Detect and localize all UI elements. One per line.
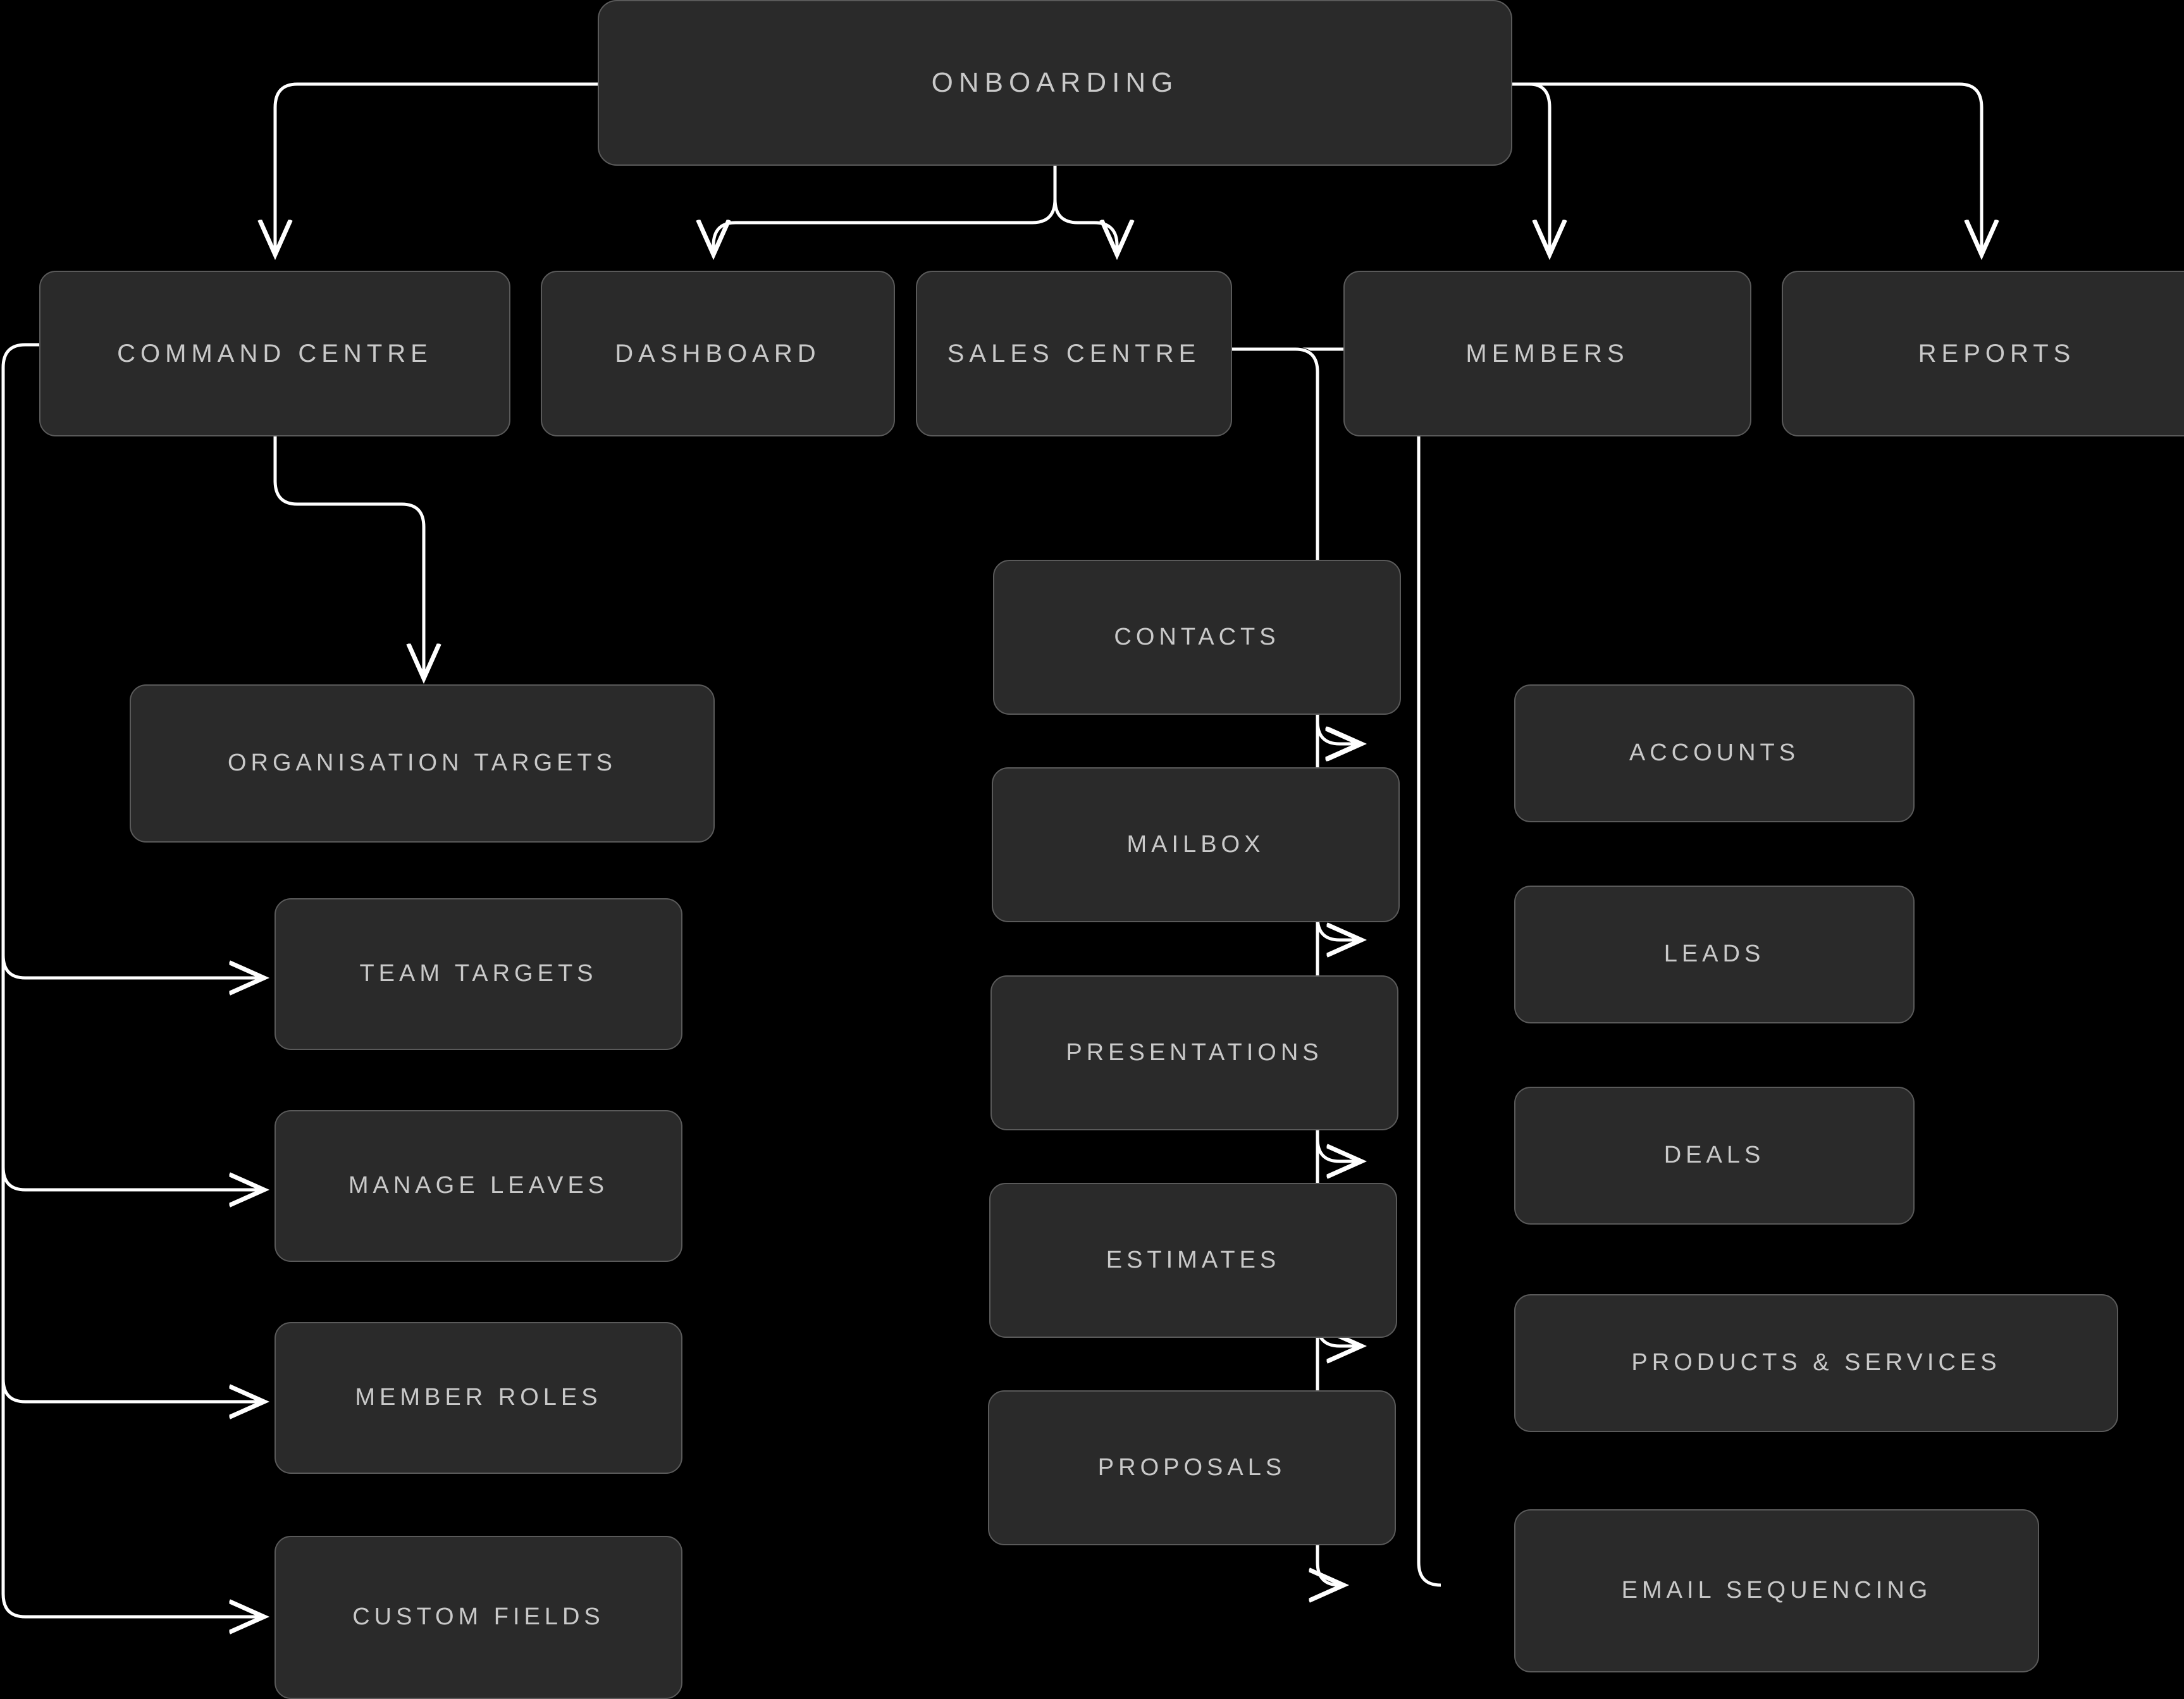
node-contacts[interactable]: CONTACTS	[993, 560, 1401, 715]
node-email-sequencing[interactable]: EMAIL SEQUENCING	[1514, 1509, 2039, 1672]
edge-onboarding-sales-centre	[1053, 166, 1117, 253]
edge-onboarding-reports	[1512, 82, 1982, 253]
edge-onboarding-command-centre	[275, 82, 598, 253]
node-products-services[interactable]: PRODUCTS & SERVICES	[1514, 1294, 2118, 1432]
node-estimates[interactable]: ESTIMATES	[989, 1183, 1397, 1338]
edge-onboarding-dashboard	[713, 166, 1057, 253]
node-reports[interactable]: REPORTS	[1782, 271, 2184, 436]
sales-branches	[1322, 721, 1441, 744]
edge-sales-centre-accounts	[1316, 720, 1360, 744]
edge-command-centre-organisation-targets	[273, 436, 424, 677]
edge-command-centre-manage-leaves	[1, 1166, 262, 1190]
node-sales-centre[interactable]: SALES CENTRE	[916, 271, 1232, 436]
edge-sales-centre-deals	[1316, 1138, 1360, 1161]
node-accounts[interactable]: ACCOUNTS	[1514, 684, 1915, 822]
node-dashboard[interactable]: DASHBOARD	[541, 271, 895, 436]
node-leads[interactable]: LEADS	[1514, 886, 1915, 1023]
node-onboarding[interactable]: ONBOARDING	[598, 0, 1512, 166]
node-organisation-targets[interactable]: ORGANISATION TARGETS	[130, 684, 715, 843]
node-member-roles[interactable]: MEMBER ROLES	[275, 1322, 682, 1474]
edge-command-centre-custom-fields	[1, 343, 262, 1617]
node-deals[interactable]: DEALS	[1514, 1087, 1915, 1225]
node-custom-fields[interactable]: CUSTOM FIELDS	[275, 1536, 682, 1699]
edge-command-centre-member-roles	[1, 1378, 262, 1402]
node-command-centre[interactable]: COMMAND CENTRE	[39, 271, 510, 436]
flowchart-canvas: ONBOARDING COMMAND CENTRE DASHBOARD SALE…	[0, 0, 2184, 1699]
node-members[interactable]: MEMBERS	[1343, 271, 1751, 436]
node-team-targets[interactable]: TEAM TARGETS	[275, 898, 682, 1050]
node-manage-leaves[interactable]: MANAGE LEAVES	[275, 1110, 682, 1262]
node-proposals[interactable]: PROPOSALS	[988, 1390, 1396, 1545]
node-presentations[interactable]: PRESENTATIONS	[990, 975, 1398, 1130]
edge-command-centre-team-targets	[1, 955, 262, 978]
edge-sales-centre-accounts-stub	[1317, 721, 1359, 744]
edge-onboarding-members	[1512, 82, 1550, 253]
node-mailbox[interactable]: MAILBOX	[992, 767, 1400, 922]
